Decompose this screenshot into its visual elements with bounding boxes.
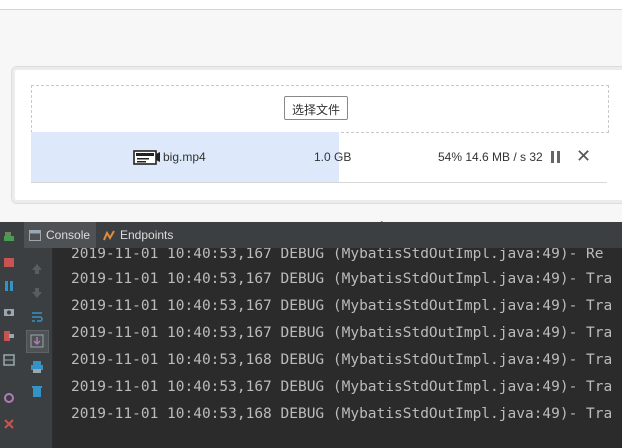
log-line: 2019-11-01 10:40:53,168 DEBUG (MybatisSt… [71, 406, 613, 422]
print-icon[interactable] [30, 360, 44, 374]
choose-file-button[interactable]: 选择文件 [284, 96, 348, 120]
console-icon [29, 230, 41, 242]
endpoints-icon [103, 230, 115, 241]
log-line: 2019-11-01 10:40:53,167 DEBUG (MybatisSt… [71, 325, 613, 341]
clear-all-icon[interactable] [30, 384, 44, 398]
log-line: 2019-11-01 10:40:53,168 DEBUG (MybatisSt… [71, 352, 613, 368]
file-name: big.mp4 [163, 150, 206, 164]
scroll-down-icon[interactable] [30, 286, 44, 300]
tab-console-label: Console [46, 228, 91, 242]
pause-run-icon[interactable] [3, 280, 15, 292]
ide-panel: Console Endpoints 2019-11-01 10:40:53,16… [0, 222, 622, 448]
tab-endpoints-label: Endpoints [120, 228, 174, 242]
video-file-icon [133, 150, 160, 165]
log-line: 2019-11-01 10:40:53,167 DEBUG (MybatisSt… [71, 248, 604, 262]
settings-icon[interactable] [3, 392, 15, 404]
tab-endpoints[interactable]: Endpoints [99, 222, 177, 248]
ide-left-toolbar [0, 222, 23, 448]
file-size: 1.0 GB [314, 150, 352, 164]
exit-icon[interactable] [3, 330, 15, 342]
console-output[interactable]: 2019-11-01 10:40:53,167 DEBUG (MybatisSt… [53, 248, 622, 448]
console-toolbar [22, 248, 53, 448]
web-top-strip [0, 0, 622, 10]
close-run-icon[interactable] [3, 418, 15, 430]
scroll-to-end-toggle[interactable] [26, 330, 49, 353]
close-icon[interactable]: ✕ [576, 147, 591, 165]
tab-console[interactable]: Console [24, 222, 97, 248]
ide-tab-bar: Console Endpoints [22, 222, 622, 249]
scroll-up-icon[interactable] [30, 262, 44, 276]
pause-icon[interactable] [550, 151, 561, 163]
log-line: 2019-11-01 10:40:53,167 DEBUG (MybatisSt… [71, 379, 613, 395]
stop-icon[interactable] [3, 256, 15, 268]
camera-icon[interactable] [3, 306, 15, 318]
log-line: 2019-11-01 10:40:53,167 DEBUG (MybatisSt… [71, 298, 613, 314]
upload-file-row: big.mp4 1.0 GB 54% 14.6 MB / s 32 ✕ [31, 132, 607, 183]
layout-icon[interactable] [3, 354, 15, 366]
log-line: 2019-11-01 10:40:53,167 DEBUG (MybatisSt… [71, 271, 613, 287]
soft-wrap-icon[interactable] [30, 310, 44, 324]
scroll-to-end-icon [30, 334, 44, 348]
web-page: 选择文件 big.mp4 1.0 GB 54% 14.6 MB / s 32 ✕ [0, 0, 622, 222]
upload-status-text: 54% 14.6 MB / s 32 [438, 150, 543, 164]
rerun-icon[interactable] [3, 230, 15, 242]
